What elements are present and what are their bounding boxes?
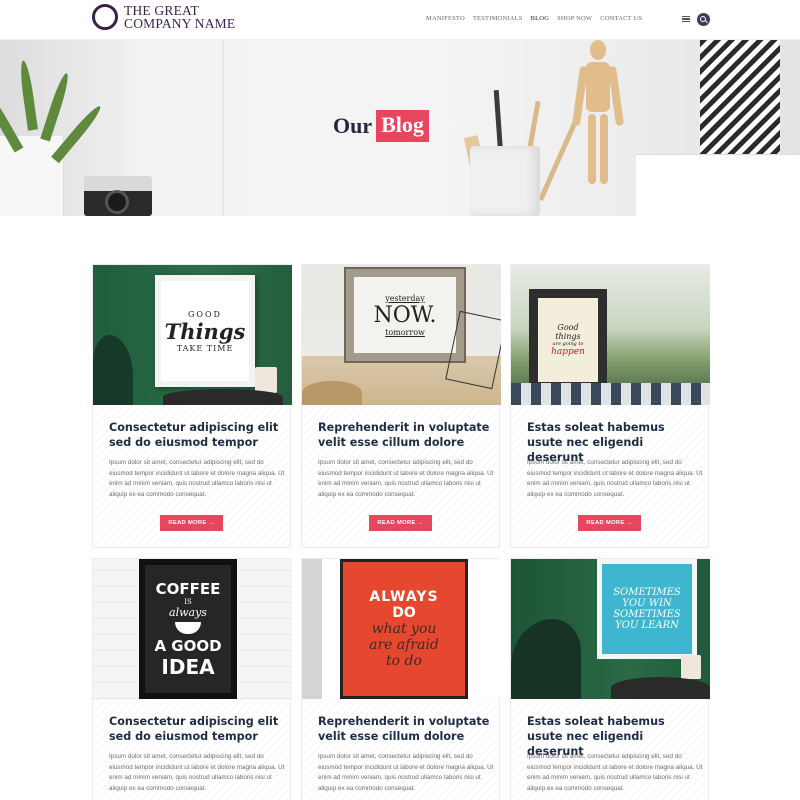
poster-text: TAKE TIME (176, 343, 234, 353)
poster-frame: ALWAYS DO what you are afraid to do (340, 559, 468, 699)
poster-frame: SOMETIMES YOU WIN SOMETIMES YOU LEARN (597, 559, 697, 659)
poster-text: SOMETIMES (613, 609, 681, 620)
blog-card-image[interactable]: COFFEE IS always A GOOD IDEA (93, 559, 292, 699)
read-more-button[interactable]: READ MORE → (578, 515, 641, 531)
blog-card-excerpt: Ipsum dolor sit amet, consectetur adipis… (527, 459, 703, 498)
poster-text: GOOD (188, 309, 222, 319)
poster-text: are afraid (369, 637, 439, 653)
hero-banner: Our Blog (0, 40, 800, 216)
nav-item-shop-now[interactable]: SHOP NOW (557, 15, 592, 22)
wall-panel-edge (222, 40, 224, 216)
blog-card-excerpt: Ipsum dolor sit amet, consectetur adipis… (527, 753, 703, 792)
search-icon[interactable] (697, 13, 710, 26)
blog-card: COFFEE IS always A GOOD IDEA Consectetur… (92, 558, 292, 800)
poster-text: to do (386, 653, 422, 669)
blog-card-excerpt: Ipsum dolor sit amet, consectetur adipis… (109, 459, 285, 498)
nav-item-contact-us[interactable]: CONTACT US (600, 15, 642, 22)
poster-text: IS (184, 597, 192, 606)
blog-card-excerpt: Ipsum dolor sit amet, consectetur adipis… (109, 753, 285, 792)
poster-text: tomorrow (385, 327, 425, 337)
table-image (163, 389, 283, 405)
plant-silhouette (93, 335, 133, 405)
blog-card-image[interactable]: yesterday NOW. tomorrow (302, 265, 501, 405)
main-nav: MANIFESTO TESTIMONIALS BLOG SHOP NOW CON… (426, 15, 642, 22)
striped-decor-image (700, 40, 780, 166)
logo-text-line-2: COMPANY NAME (124, 16, 236, 31)
nav-item-testimonials[interactable]: TESTIMONIALS (473, 15, 523, 22)
coffee-cup-icon (175, 621, 201, 634)
poster-frame: GOOD Things TAKE TIME (155, 275, 255, 387)
poster-text: YOU LEARN (615, 620, 679, 631)
blog-card-image[interactable]: GOOD Things TAKE TIME (93, 265, 292, 405)
blog-card: GOOD Things TAKE TIME Consectetur adipis… (92, 264, 292, 548)
blog-card-title[interactable]: Reprehenderit in voluptate velit esse ci… (318, 420, 490, 450)
poster-text: Good (557, 323, 579, 332)
poster-text: A GOOD (154, 636, 222, 655)
read-more-button[interactable]: READ MORE → (369, 515, 432, 531)
page-title: Our Blog (333, 110, 429, 142)
poster-text: DO (392, 605, 416, 621)
hamburger-menu-icon[interactable] (682, 16, 690, 22)
poster-text: yesterday (385, 293, 425, 303)
page-title-part-2: Blog (376, 110, 429, 142)
mug-image (681, 655, 701, 679)
mug-image (255, 367, 277, 393)
nav-item-blog[interactable]: BLOG (531, 15, 550, 22)
white-box-image (636, 154, 800, 216)
pencil-cup-image (470, 146, 540, 216)
plant-leaf (18, 59, 38, 131)
blog-card: SOMETIMES YOU WIN SOMETIMES YOU LEARN Es… (510, 558, 710, 800)
blog-card-title[interactable]: Consectetur adipiscing elit sed do eiusm… (109, 714, 281, 744)
brush-image (538, 116, 580, 202)
nav-item-manifesto[interactable]: MANIFESTO (426, 15, 465, 22)
wooden-mannequin-image (571, 40, 625, 184)
blog-card-title[interactable]: Reprehenderit in voluptate velit esse ci… (318, 714, 490, 744)
table-image (611, 677, 710, 699)
blog-card-image[interactable]: ALWAYS DO what you are afraid to do (302, 559, 501, 699)
blog-card-excerpt: Ipsum dolor sit amet, consectetur adipis… (318, 459, 494, 498)
plant-leaf (40, 71, 72, 142)
poster-text: YOU WIN (622, 598, 672, 609)
logo-mark (92, 4, 118, 30)
blog-card-excerpt: Ipsum dolor sit amet, consectetur adipis… (318, 753, 494, 792)
blog-card-image[interactable]: SOMETIMES YOU WIN SOMETIMES YOU LEARN (511, 559, 710, 699)
plant-silhouette (511, 619, 581, 699)
blog-card: ALWAYS DO what you are afraid to do Repr… (301, 558, 501, 800)
site-header: THE GREAT COMPANY NAME MANIFESTO TESTIMO… (0, 0, 800, 40)
poster-text: NOW. (373, 302, 437, 328)
poster-frame: COFFEE IS always A GOOD IDEA (139, 559, 237, 699)
read-more-button[interactable]: READ MORE → (160, 515, 223, 531)
poster-frame: Good things are going to happen (529, 289, 607, 391)
poster-text: things (555, 332, 581, 341)
poster-text: ALWAYS (369, 589, 439, 605)
blog-card: yesterday NOW. tomorrow Reprehenderit in… (301, 264, 501, 548)
blog-card-title[interactable]: Consectetur adipiscing elit sed do eiusm… (109, 420, 281, 450)
logo-text: THE GREAT COMPANY NAME (124, 4, 236, 31)
poster-text: COFFEE (155, 579, 221, 598)
camera-lens (105, 190, 129, 214)
poster-text: SOMETIMES (613, 587, 681, 598)
page-title-part-1: Our (333, 113, 373, 138)
poster-text: happen (551, 347, 585, 357)
company-logo[interactable]: THE GREAT COMPANY NAME (92, 4, 235, 30)
striped-table-image (511, 383, 710, 405)
poster-text: IDEA (161, 654, 215, 679)
wood-slice-image (302, 381, 362, 405)
poster-frame: yesterday NOW. tomorrow (344, 267, 466, 363)
poster-text: always (169, 605, 207, 619)
blog-card: Good things are going to happen Estas so… (510, 264, 710, 548)
blog-card-image[interactable]: Good things are going to happen (511, 265, 710, 405)
poster-text: Things (164, 318, 246, 344)
poster-text: what you (371, 621, 437, 637)
plant-pot-image (0, 136, 64, 216)
